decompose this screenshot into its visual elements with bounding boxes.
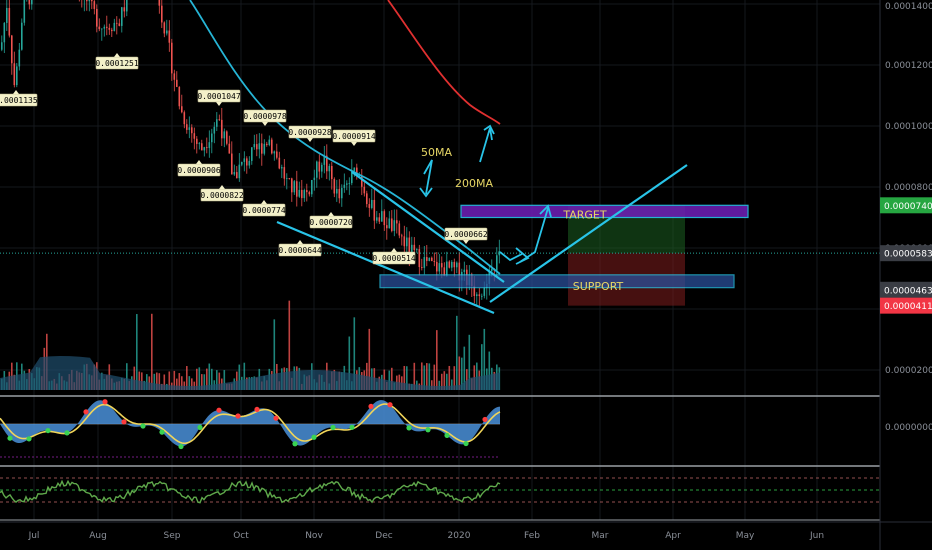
price-tick-label: 0.0000200 — [885, 366, 932, 376]
osc-dot — [197, 424, 203, 431]
callout-label: 0.0000720 — [309, 218, 353, 227]
callout-label: 0.0000914 — [332, 132, 376, 141]
volume-bar — [458, 356, 461, 390]
price-chart[interactable]: TARGET SUPPORT 50MA 200MA 0.0001135 0.000… — [0, 0, 932, 550]
volume-bar — [456, 315, 458, 390]
volume-bar — [436, 330, 438, 390]
callout-label: 0.0000774 — [242, 206, 286, 215]
month-label: Nov — [305, 531, 323, 541]
osc-dot — [45, 427, 51, 434]
candle — [23, 0, 26, 26]
month-label: Dec — [375, 531, 392, 541]
callout-label: 0.0001251 — [95, 59, 139, 68]
month-label: May — [736, 531, 755, 541]
target-label: TARGET — [562, 208, 607, 221]
badge-label: 0.0000463 — [884, 286, 932, 296]
ma200-annotation: 200MA — [455, 177, 493, 190]
badge-label: 0.0000583 — [884, 250, 932, 260]
candle — [16, 63, 18, 88]
osc-dot — [349, 424, 355, 430]
callout-label: 0.0000906 — [177, 166, 221, 175]
osc-dot — [159, 429, 165, 435]
osc-dot — [102, 399, 108, 405]
support-price-badge: 0.0000463 — [880, 281, 932, 298]
osc-dot — [425, 427, 431, 433]
osc-dot — [26, 436, 32, 442]
osc-dot — [482, 416, 488, 423]
osc-dot — [368, 403, 374, 409]
month-label: Feb — [524, 531, 540, 541]
callout-label: 0.0000822 — [200, 191, 244, 200]
callout-label: 0.0000928 — [288, 128, 332, 137]
candle — [226, 130, 228, 146]
callout-label: 0.0001135 — [0, 96, 38, 105]
callout-label: 0.0000978 — [243, 112, 287, 121]
osc-dot — [330, 424, 336, 431]
badge-label: 0.0000740 — [884, 202, 932, 212]
price-tick-label: 0.0000000 — [885, 423, 932, 433]
candle — [271, 137, 273, 155]
callout-label: 0.0001047 — [197, 92, 241, 101]
month-label: Sep — [164, 531, 181, 541]
ma50-annotation: 50MA — [421, 146, 452, 159]
month-label: Oct — [233, 531, 249, 541]
month-label: 2020 — [448, 531, 471, 541]
current-price-badge: 0.0000583 — [880, 245, 932, 262]
osc-dot — [64, 430, 70, 436]
callout-label: 0.0000644 — [278, 246, 322, 255]
month-label: Aug — [89, 531, 107, 541]
price-tick-label: 0.0000800 — [885, 183, 932, 193]
badge-label: 0.0000411 — [884, 302, 932, 312]
price-tick-label: 0.0001000 — [885, 122, 932, 132]
osc-dot — [273, 415, 279, 421]
osc-dot — [178, 443, 184, 450]
volume-bar — [151, 313, 153, 390]
osc-dot — [121, 419, 127, 425]
target-price-badge: 0.0000740 — [880, 197, 932, 214]
osc-dot — [387, 402, 393, 408]
osc-dot — [311, 434, 317, 440]
callout-label: 0.0000514 — [372, 254, 416, 263]
price-tick-label: 0.0001200 — [885, 61, 932, 71]
stop-price-badge: 0.0000411 — [880, 297, 932, 314]
price-tick-label: 0.0001400 — [885, 2, 932, 12]
month-label: Mar — [592, 531, 609, 541]
volume-bar — [136, 314, 138, 390]
candle — [428, 257, 431, 262]
candle — [21, 18, 23, 51]
callout-label: 0.0000662 — [444, 230, 488, 239]
osc-dot — [7, 435, 13, 441]
month-label: Apr — [665, 531, 681, 541]
month-label: Jul — [28, 531, 40, 541]
osc-dot — [254, 406, 260, 413]
support-label: SUPPORT — [573, 280, 624, 293]
month-label: Jun — [809, 531, 824, 541]
candle — [178, 86, 181, 110]
osc-dot — [444, 432, 450, 439]
osc-dot — [292, 441, 298, 447]
osc-dot — [406, 425, 412, 431]
osc-dot — [463, 440, 469, 447]
osc-dot — [83, 409, 89, 415]
osc-dot — [216, 407, 222, 413]
osc-dot — [235, 413, 241, 419]
support-zone-box[interactable] — [379, 274, 735, 289]
osc-dot — [140, 423, 146, 429]
